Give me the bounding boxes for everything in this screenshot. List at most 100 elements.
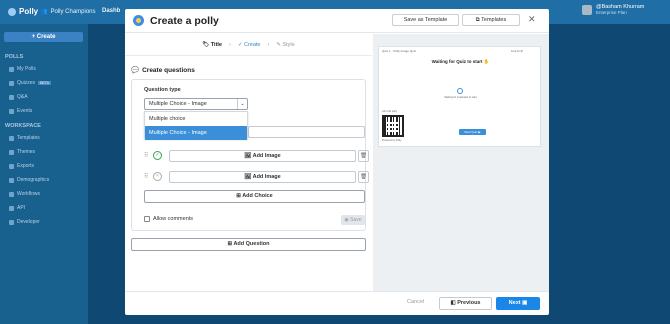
preview-join-text: Join this polly	[382, 110, 398, 113]
image-icon: 🖼	[244, 174, 252, 180]
chat-icon: 💬	[131, 67, 140, 74]
user-plan: Enterprise Plan	[596, 10, 627, 15]
sidebar-item-workflows[interactable]: Workflows	[9, 191, 40, 197]
workflows-icon	[9, 191, 14, 197]
title-icon: 🏷	[202, 41, 210, 48]
arrow-right-icon: ▣	[522, 300, 528, 306]
step-style[interactable]: ✎ Style	[276, 42, 294, 48]
team-icon: 👥	[40, 9, 48, 15]
preview-controls: Link ⧉ ⚙	[511, 49, 523, 53]
plus-icon: ⊞	[236, 193, 241, 199]
themes-icon	[9, 149, 14, 155]
add-image-button[interactable]: 🖼 Add Image	[169, 171, 356, 183]
api-icon	[9, 205, 14, 211]
question-type-label: Question type	[144, 87, 181, 93]
trash-icon[interactable]: 🗑	[358, 150, 369, 162]
sidebar-item-demographics[interactable]: Demographics	[9, 177, 49, 183]
choice-row: ⠿ × 🖼 Add Image 🗑	[144, 171, 369, 183]
drag-handle-icon[interactable]: ⠿	[144, 152, 148, 159]
chevron-right-icon: ›	[229, 41, 231, 48]
question-input[interactable]	[248, 126, 365, 138]
create-polly-modal: Create a polly Save as Template ⧉ Templa…	[125, 9, 549, 315]
close-icon[interactable]: ✕	[528, 15, 536, 24]
quiz-preview: Quiz 1 · Polly Image Quiz Link ⧉ ⚙ Waiti…	[378, 46, 541, 147]
checkbox-icon[interactable]	[144, 216, 150, 222]
chevron-down-icon: ⌄	[237, 99, 247, 109]
add-question-button[interactable]: ⊞ Add Question	[131, 238, 366, 251]
section-title: 💬 Create questions	[131, 66, 195, 75]
option-multiple-choice-image[interactable]: Multiple Choice - Image	[145, 126, 247, 140]
previous-button[interactable]: ◧ Previous	[439, 297, 492, 310]
add-choice-button[interactable]: ⊞ Add Choice	[144, 190, 365, 203]
templates-button[interactable]: ⧉ Templates	[462, 14, 520, 26]
templates-icon	[9, 135, 14, 141]
incorrect-answer-icon[interactable]: ×	[153, 172, 162, 181]
question-type-dropdown: Multiple choice Multiple Choice - Image	[144, 111, 248, 140]
sidebar-item-my-polls[interactable]: My Polls	[9, 66, 36, 72]
demographics-icon	[9, 177, 14, 183]
create-button[interactable]: + Create	[4, 32, 83, 42]
image-icon: 🖼	[244, 153, 252, 159]
quiz-icon	[9, 80, 14, 86]
save-button[interactable]: ◉ Save	[341, 215, 365, 225]
add-image-button[interactable]: 🖼 Add Image	[169, 150, 356, 162]
drag-handle-icon[interactable]: ⠿	[144, 173, 148, 180]
step-title[interactable]: 🏷 Title	[202, 42, 222, 48]
modal-title: Create a polly	[150, 15, 219, 27]
modal-header: Create a polly Save as Template ⧉ Templa…	[125, 9, 549, 33]
polly-logo[interactable]: Polly	[8, 7, 38, 16]
sidebar-item-events[interactable]: Events	[9, 108, 32, 114]
allow-comments-checkbox[interactable]: Allow comments	[144, 216, 193, 222]
section-workspace-label: WORKSPACE	[5, 123, 41, 129]
polls-icon	[9, 66, 14, 72]
preview-subtext: Waiting for moderator to start	[444, 96, 477, 99]
cancel-button[interactable]: Cancel	[407, 299, 424, 305]
developer-icon	[9, 219, 14, 225]
correct-answer-icon[interactable]: ✓	[153, 151, 162, 160]
polly-logo-icon	[133, 15, 144, 26]
sidebar-item-quizzes[interactable]: Quizzes BETA	[9, 80, 51, 86]
plus-icon: ⊞	[227, 241, 233, 247]
modal-footer: Cancel ◧ Previous Next ▣	[125, 291, 549, 315]
next-button[interactable]: Next ▣	[496, 297, 540, 310]
editor-pane: 💬 Create questions Question type Multiple…	[125, 57, 372, 291]
sidebar-item-themes[interactable]: Themes	[9, 149, 35, 155]
preview-pane: Quiz 1 · Polly Image Quiz Link ⧉ ⚙ Waiti…	[373, 34, 549, 291]
avatar	[582, 5, 592, 15]
brush-icon: ✎	[276, 41, 281, 48]
save-as-template-button[interactable]: Save as Template	[392, 14, 459, 26]
option-multiple-choice[interactable]: Multiple choice	[145, 112, 247, 126]
sidebar-item-exports[interactable]: Exports	[9, 163, 34, 169]
sidebar-item-qa[interactable]: Q&A	[9, 94, 28, 100]
user-menu[interactable]: @Basham Khurram Enterprise Plan	[582, 4, 644, 16]
sidebar-item-api[interactable]: API	[9, 205, 25, 211]
events-icon	[9, 108, 14, 114]
qa-icon	[9, 94, 14, 100]
step-create[interactable]: ✓ Create	[238, 42, 261, 48]
check-icon: ◉	[344, 217, 349, 223]
polly-logo-icon	[8, 7, 16, 16]
trash-icon[interactable]: 🗑	[358, 171, 369, 183]
preview-waiting-text: Waiting for Quiz to start ✋	[431, 59, 490, 64]
dashboard-tab[interactable]: Dashb	[102, 8, 120, 14]
sidebar-item-templates[interactable]: Templates	[9, 135, 40, 141]
check-icon: ✓	[237, 41, 243, 48]
sidebar-item-developer[interactable]: Developer	[9, 219, 40, 225]
beta-badge: BETA	[38, 81, 51, 85]
preview-brand: Powered by Polly	[382, 139, 402, 142]
templates-icon: ⧉	[475, 17, 480, 23]
start-quiz-button[interactable]: Start Quiz ▶	[459, 129, 486, 135]
arrow-left-icon: ◧	[450, 300, 456, 306]
question-type-select[interactable]: Multiple Choice - Image ⌄	[144, 98, 248, 110]
preview-header: Quiz 1 · Polly Image Quiz	[382, 49, 417, 53]
step-indicator: 🏷 Title › ✓ Create › ✎ Style	[125, 34, 372, 56]
choice-row: ⠿ ✓ 🖼 Add Image 🗑	[144, 150, 369, 162]
sidebar: + Create POLLS My Polls Quizzes BETA Q&A …	[0, 24, 88, 324]
loading-icon	[457, 88, 463, 94]
exports-icon	[9, 163, 14, 169]
question-card: Question type Multiple Choice - Image ⌄ M…	[131, 79, 369, 231]
team-switcher[interactable]: 👥 Polly Champions	[40, 8, 96, 16]
qr-code	[382, 115, 404, 137]
section-polls-label: POLLS	[5, 54, 24, 60]
chevron-right-icon: ›	[267, 41, 270, 48]
